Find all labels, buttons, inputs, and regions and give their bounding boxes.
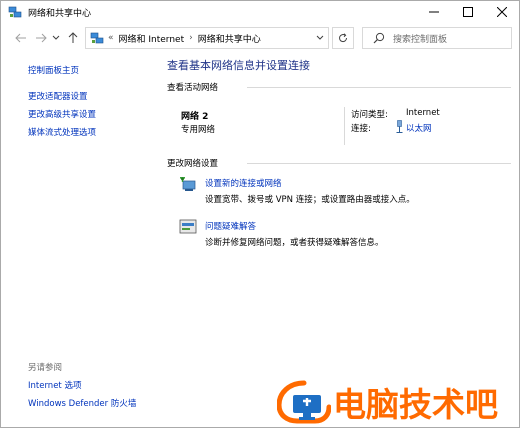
search-icon [373,32,385,44]
new-connection-icon [180,177,196,191]
left-pane: 控制面板主页 更改适配器设置 更改高级共享设置 媒体流式处理选项 另请参阅 In… [1,51,151,427]
watermark: 电脑技术吧 [277,379,517,425]
maximize-icon [463,7,473,17]
back-arrow-icon [15,33,26,43]
troubleshoot-problems-link[interactable]: 问题疑难解答 [205,220,256,232]
recent-locations-button[interactable] [50,30,62,46]
windows-defender-firewall-link[interactable]: Windows Defender 防火墙 [28,397,136,409]
up-arrow-icon [68,32,78,43]
refresh-button[interactable] [332,27,354,49]
forward-arrow-icon [36,33,47,43]
minimize-icon [429,11,439,13]
access-type-label: 访问类型: [351,110,388,120]
section-divider [247,163,511,164]
navigation-bar: « 网络和 Internet › 网络和共享中心 搜索控制面板 [1,27,519,49]
forward-button[interactable] [33,30,49,46]
setup-new-connection-description: 设置宽带、拨号或 VPN 连接；或设置路由器或接入点。 [205,195,415,205]
watermark-text: 电脑技术吧 [333,385,498,424]
active-networks-heading: 查看活动网络 [167,83,219,93]
window-title: 网络和共享中心 [28,8,92,19]
back-button[interactable] [13,30,29,46]
address-bar[interactable]: « 网络和 Internet › 网络和共享中心 [85,27,329,49]
ethernet-icon [396,120,403,133]
internet-options-link[interactable]: Internet 选项 [28,379,81,391]
page-title: 查看基本网络信息并设置连接 [167,59,310,72]
network-center-icon [90,32,104,44]
address-dropdown-button[interactable] [312,28,328,48]
refresh-icon [339,33,348,43]
chevron-down-icon [52,35,60,40]
address-overflow[interactable]: « [108,33,114,43]
close-icon [497,7,507,17]
network-category: 专用网络 [181,125,216,135]
search-box[interactable]: 搜索控制面板 [362,27,512,49]
network-info-divider [344,107,345,145]
minimize-button[interactable] [417,1,451,23]
access-type-value: Internet [406,108,440,118]
watermark-logo [277,380,331,424]
see-also-label: 另请参阅 [28,363,63,373]
breadcrumb-separator[interactable]: › [189,33,193,43]
control-panel-home-link[interactable]: 控制面板主页 [28,64,79,76]
network-sharing-center-window: 网络和共享中心 « 网络和 Internet › 网络和共享中心 搜索控制面板 … [0,0,520,428]
troubleshoot-icon [179,219,197,234]
media-streaming-options-link[interactable]: 媒体流式处理选项 [28,126,96,138]
setup-new-connection-link[interactable]: 设置新的连接或网络 [205,177,282,189]
troubleshoot-problems-description: 诊断并修复网络问题，或者获得疑难解答信息。 [205,238,384,248]
breadcrumb-network-sharing-center[interactable]: 网络和共享中心 [198,32,261,45]
change-advanced-sharing-link[interactable]: 更改高级共享设置 [28,108,96,120]
network-name: 网络 2 [181,112,209,122]
section-divider [247,87,511,88]
chevron-down-icon [316,35,324,40]
window-controls [417,1,519,23]
close-button[interactable] [485,1,519,23]
search-placeholder: 搜索控制面板 [393,34,448,45]
change-adapter-settings-link[interactable]: 更改适配器设置 [28,90,88,102]
connections-label: 连接: [351,124,371,134]
maximize-button[interactable] [451,1,485,23]
network-center-icon [8,6,22,18]
up-button[interactable] [65,30,81,46]
breadcrumb-network-internet[interactable]: 网络和 Internet [119,32,185,45]
change-network-settings-heading: 更改网络设置 [167,159,219,169]
ethernet-connection-link[interactable]: 以太网 [406,122,432,134]
title-bar[interactable]: 网络和共享中心 [1,1,519,23]
